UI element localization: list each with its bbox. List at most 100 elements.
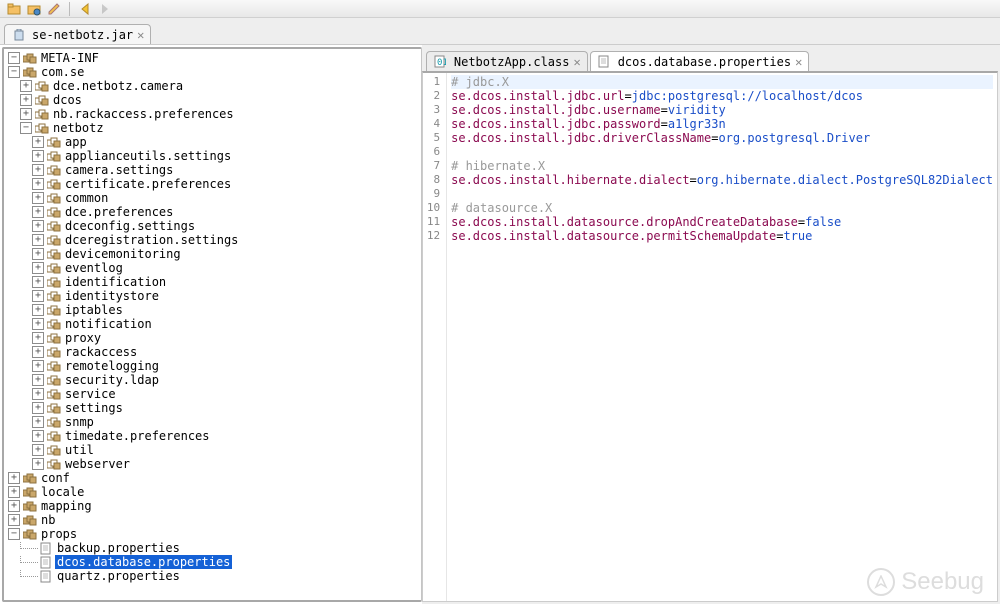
tree-node[interactable]: +settings: [8, 401, 421, 415]
tree-toggle[interactable]: +: [32, 318, 44, 330]
tree-label: identification: [63, 275, 168, 289]
tree-node[interactable]: +webserver: [8, 457, 421, 471]
tree-toggle[interactable]: +: [8, 486, 20, 498]
pkg-icon: [46, 261, 61, 275]
tree-toggle[interactable]: +: [32, 178, 44, 190]
tree-node[interactable]: +util: [8, 443, 421, 457]
tree-node[interactable]: −netbotz: [8, 121, 421, 135]
tree-node[interactable]: −META-INF: [8, 51, 421, 65]
tree-node[interactable]: −props: [8, 527, 421, 541]
editor-tab-label: NetbotzApp.class: [454, 55, 570, 69]
tree-node[interactable]: + dceconfig.settings: [8, 219, 421, 233]
tree-toggle[interactable]: +: [32, 374, 44, 386]
tree-label: com.se: [39, 65, 86, 79]
tree-node[interactable]: +conf: [8, 471, 421, 485]
tree-node[interactable]: + identification: [8, 275, 421, 289]
tree-toggle[interactable]: +: [32, 346, 44, 358]
tree-toggle[interactable]: +: [32, 458, 44, 470]
tree-toggle[interactable]: +: [32, 360, 44, 372]
tree-label: dceconfig.settings: [63, 219, 197, 233]
tree-node[interactable]: − com.se: [8, 65, 421, 79]
tree-toggle[interactable]: +: [32, 248, 44, 260]
tree-toggle[interactable]: +: [32, 164, 44, 176]
tree-node[interactable]: +eventlog: [8, 261, 421, 275]
tree-node[interactable]: +devicemonitoring: [8, 247, 421, 261]
pkg-icon: [46, 317, 61, 331]
tree-toggle[interactable]: +: [32, 332, 44, 344]
tree-toggle[interactable]: +: [8, 514, 20, 526]
tree-toggle[interactable]: +: [32, 206, 44, 218]
tree-node[interactable]: +proxy: [8, 331, 421, 345]
close-icon[interactable]: ✕: [573, 55, 580, 69]
tree-node[interactable]: +timedate.preferences: [8, 429, 421, 443]
tree-toggle[interactable]: +: [32, 444, 44, 456]
editor-tab[interactable]: 010 NetbotzApp.class ✕: [426, 51, 588, 71]
tree-toggle[interactable]: +: [32, 402, 44, 414]
tree-label: locale: [39, 485, 86, 499]
pkg-icon: [34, 107, 49, 121]
tree-node[interactable]: +remotelogging: [8, 359, 421, 373]
tree-node[interactable]: +certificate.preferences: [8, 177, 421, 191]
tree-toggle[interactable]: +: [32, 234, 44, 246]
tree-toggle[interactable]: +: [32, 192, 44, 204]
tree-node[interactable]: +dce.netbotz.camera: [8, 79, 421, 93]
tree-toggle[interactable]: +: [20, 94, 32, 106]
tree-node[interactable]: +security.ldap: [8, 373, 421, 387]
editor-tab[interactable]: dcos.database.properties ✕: [590, 51, 810, 71]
tree-node[interactable]: +snmp: [8, 415, 421, 429]
tree-node[interactable]: +applianceutils.settings: [8, 149, 421, 163]
tree-toggle[interactable]: +: [8, 472, 20, 484]
tree-toggle[interactable]: +: [32, 388, 44, 400]
tree-toggle[interactable]: +: [32, 136, 44, 148]
pkg-icon: [46, 331, 61, 345]
tree-node[interactable]: +camera.settings: [8, 163, 421, 177]
tree-toggle[interactable]: +: [32, 304, 44, 316]
tree-toggle[interactable]: +: [32, 220, 44, 232]
package-explorer[interactable]: −META-INF−com.se+dce.netbotz.camera+dcos…: [2, 47, 422, 602]
tree-node[interactable]: +iptables: [8, 303, 421, 317]
code-content[interactable]: # jdbc.Xse.dcos.install.jdbc.url=jdbc:po…: [447, 73, 997, 601]
tree-node[interactable]: +mapping: [8, 499, 421, 513]
pkg-icon: [46, 457, 61, 471]
pkg-icon: [46, 345, 61, 359]
tree-node[interactable]: +nb: [8, 513, 421, 527]
edit-icon[interactable]: [46, 1, 62, 17]
code-area[interactable]: 123456789101112 # jdbc.Xse.dcos.install.…: [422, 71, 998, 602]
tree-node[interactable]: backup.properties: [8, 541, 421, 555]
tree-toggle[interactable]: +: [20, 80, 32, 92]
forward-icon[interactable]: [97, 1, 113, 17]
tree-node[interactable]: +app: [8, 135, 421, 149]
tree-toggle[interactable]: −: [20, 122, 32, 134]
tree-toggle[interactable]: +: [32, 150, 44, 162]
tree-toggle[interactable]: +: [20, 108, 32, 120]
open-folder-icon[interactable]: [6, 1, 22, 17]
tree-node[interactable]: +identitystore: [8, 289, 421, 303]
tree-node[interactable]: +dcos: [8, 93, 421, 107]
tree-toggle[interactable]: −: [8, 66, 20, 78]
tree-node[interactable]: + dceregistration.settings: [8, 233, 421, 247]
tree-node[interactable]: +dce.preferences: [8, 205, 421, 219]
tree-toggle[interactable]: −: [8, 52, 20, 64]
close-icon[interactable]: ✕: [137, 28, 144, 42]
tree-node[interactable]: +rackaccess: [8, 345, 421, 359]
tree-toggle[interactable]: +: [32, 430, 44, 442]
tree-node[interactable]: quartz.properties: [8, 569, 421, 583]
back-icon[interactable]: [77, 1, 93, 17]
tree-toggle[interactable]: −: [8, 528, 20, 540]
close-icon[interactable]: ✕: [795, 55, 802, 69]
tree-toggle[interactable]: +: [32, 416, 44, 428]
tree-toggle[interactable]: +: [8, 500, 20, 512]
open-type-icon[interactable]: [26, 1, 42, 17]
tree-toggle[interactable]: +: [32, 290, 44, 302]
tree-toggle[interactable]: +: [32, 262, 44, 274]
main-tab[interactable]: se-netbotz.jar ✕: [4, 24, 151, 44]
tree-node[interactable]: + locale: [8, 485, 421, 499]
tree-node[interactable]: dcos.database.properties: [8, 555, 421, 569]
tree-toggle[interactable]: +: [32, 276, 44, 288]
tree-label: dceregistration.settings: [63, 233, 240, 247]
tree-node[interactable]: +nb.rackaccess.preferences: [8, 107, 421, 121]
tree-node[interactable]: +service: [8, 387, 421, 401]
file-icon: [38, 541, 53, 555]
tree-node[interactable]: +common: [8, 191, 421, 205]
tree-node[interactable]: +notification: [8, 317, 421, 331]
